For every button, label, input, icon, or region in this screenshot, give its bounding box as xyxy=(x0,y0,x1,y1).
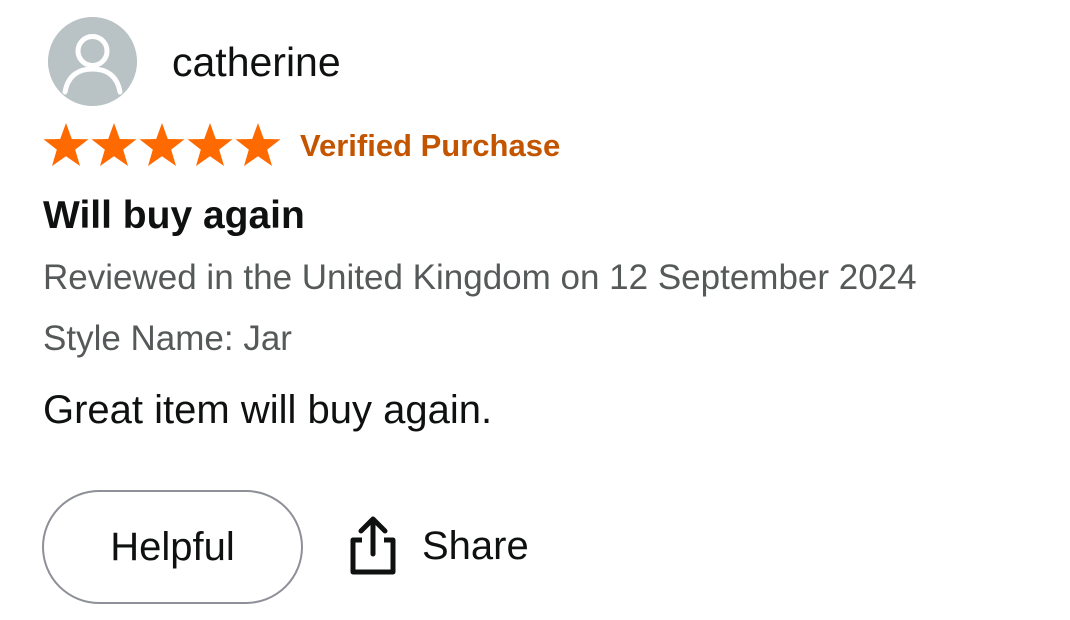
verified-purchase-badge: Verified Purchase xyxy=(300,128,561,163)
star-icon xyxy=(139,123,185,166)
review-body: Great item will buy again. xyxy=(43,388,493,432)
review-title: Will buy again xyxy=(43,194,305,237)
star-icon xyxy=(235,123,281,166)
share-button[interactable]: Share xyxy=(346,514,529,578)
share-label: Share xyxy=(422,524,529,568)
helpful-button[interactable]: Helpful xyxy=(42,490,303,604)
review-style-name: Style Name: Jar xyxy=(43,319,292,358)
star-icon xyxy=(43,123,89,166)
star-icon xyxy=(187,123,233,166)
reviewer-name[interactable]: catherine xyxy=(172,38,341,86)
star-icon xyxy=(91,123,137,166)
reviewer-avatar[interactable] xyxy=(48,17,137,106)
review-date-location: Reviewed in the United Kingdom on 12 Sep… xyxy=(43,258,917,297)
share-icon xyxy=(350,516,396,575)
review-card: catherine Verified Purchase Will buy aga… xyxy=(0,0,1070,620)
default-user-icon xyxy=(48,17,137,106)
star-rating[interactable] xyxy=(42,122,282,168)
